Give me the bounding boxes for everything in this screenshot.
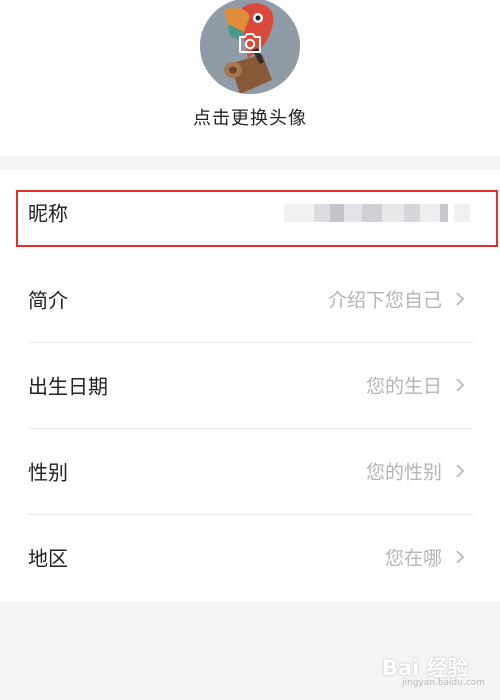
nickname-value-obscured	[284, 200, 470, 226]
region-value: 您在哪	[384, 547, 442, 570]
nickname-label: 昵称	[28, 201, 68, 226]
gender-row[interactable]: 性别 您的性别	[0, 428, 500, 514]
gender-value: 您的性别	[365, 461, 442, 484]
chevron-right-icon	[456, 378, 465, 392]
chevron-right-icon	[456, 464, 465, 478]
bio-label: 简介	[28, 288, 68, 313]
avatar-header: 点击更换头像	[0, 0, 500, 156]
region-row[interactable]: 地区 您在哪	[0, 514, 500, 600]
baidu-jingyan-watermark: Bai 经验 jingyan.baidu.com	[382, 646, 492, 692]
camera-icon	[239, 33, 261, 53]
chevron-right-icon	[456, 550, 465, 564]
chevron-right-icon	[456, 292, 465, 306]
gender-label: 性别	[28, 460, 68, 485]
watermark-url: jingyan.baidu.com	[402, 678, 486, 688]
birthday-label: 出生日期	[28, 374, 108, 399]
change-avatar-link[interactable]: 点击更换头像	[0, 104, 500, 130]
avatar[interactable]	[200, 0, 300, 94]
bio-value: 介绍下您自己	[327, 289, 442, 312]
birthday-row[interactable]: 出生日期 您的生日	[0, 342, 500, 428]
bio-row[interactable]: 简介 介绍下您自己	[0, 256, 500, 342]
birthday-value: 您的生日	[365, 375, 442, 398]
profile-fields-list: 昵称 简介 介绍下您自己 出生日期 您的生日 性别 您的性别 地区 您在哪	[0, 170, 500, 602]
region-label: 地区	[28, 546, 68, 571]
